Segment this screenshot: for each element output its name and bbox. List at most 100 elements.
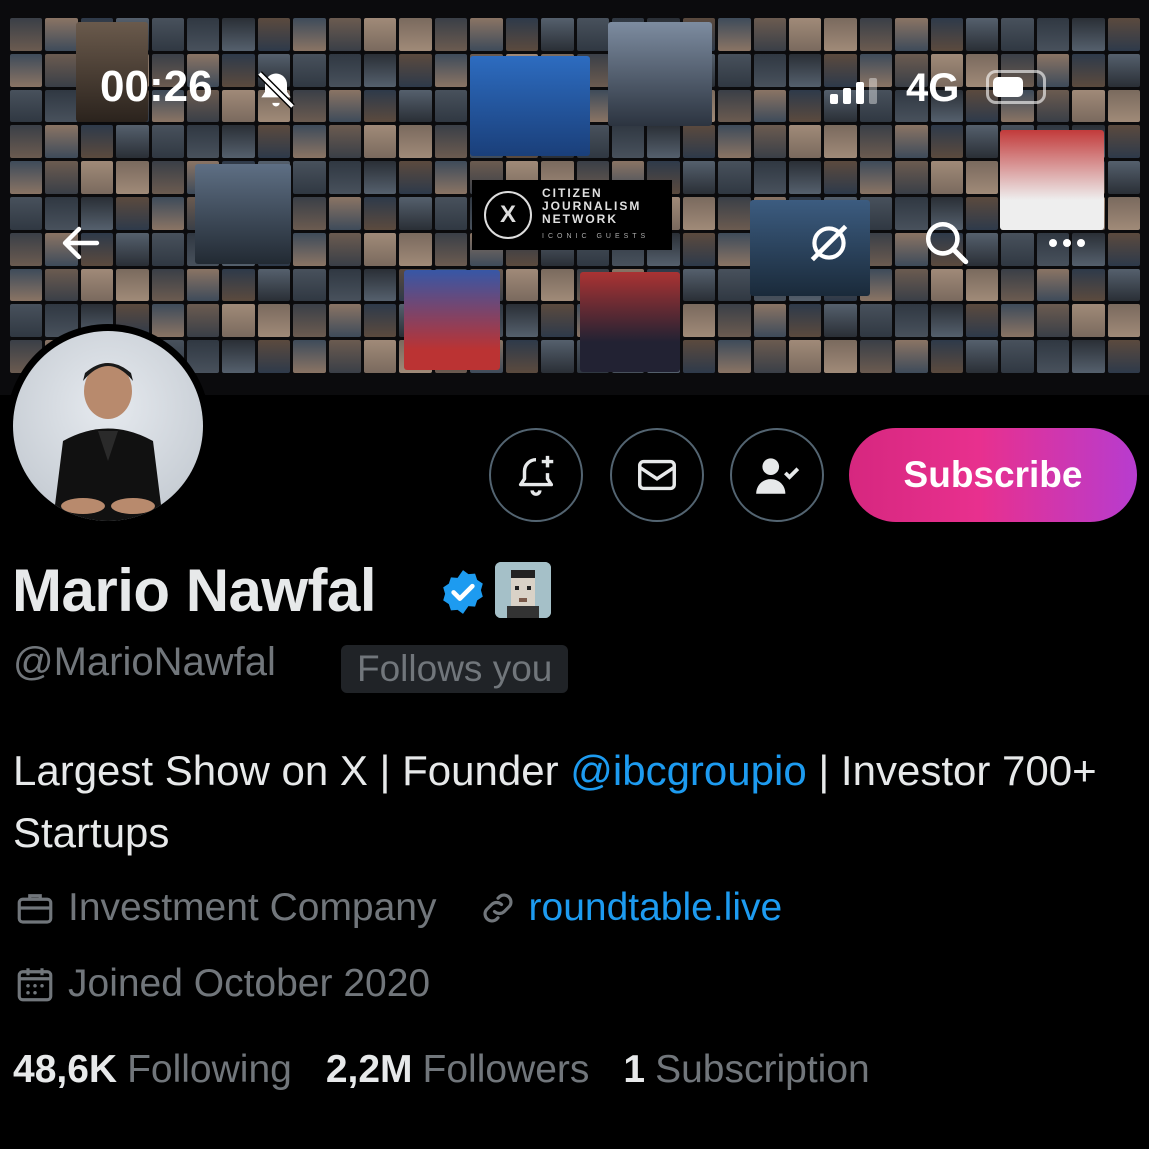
envelope-icon bbox=[638, 459, 676, 491]
banner-tile bbox=[930, 304, 963, 338]
banner-tile bbox=[1072, 340, 1105, 373]
bell-plus-icon bbox=[518, 455, 554, 496]
banner-tile bbox=[930, 161, 963, 194]
followers-label: Followers bbox=[422, 1048, 590, 1091]
banner-tile bbox=[1107, 232, 1140, 266]
banner-tile bbox=[718, 161, 751, 194]
banner-tile bbox=[151, 161, 185, 194]
banner-tile bbox=[718, 196, 751, 230]
banner-tile bbox=[541, 304, 574, 338]
banner-tile bbox=[328, 340, 362, 373]
banner-tile bbox=[824, 161, 857, 194]
banner-portrait bbox=[195, 164, 291, 264]
banner-tile bbox=[965, 18, 999, 51]
signal-strength-icon bbox=[830, 78, 877, 104]
banner-tile bbox=[151, 196, 185, 230]
subscription-stat[interactable]: 1 Subscription bbox=[623, 1048, 869, 1092]
banner-tile bbox=[859, 161, 893, 194]
banner-tile bbox=[824, 340, 857, 373]
following-status-button[interactable] bbox=[730, 428, 824, 522]
banner-tile bbox=[753, 304, 786, 338]
banner-tile bbox=[1107, 18, 1140, 51]
banner-tile bbox=[434, 125, 468, 159]
banner-tile bbox=[1072, 18, 1105, 51]
banner-tile bbox=[328, 196, 362, 230]
banner-tile bbox=[647, 125, 680, 159]
banner-tile bbox=[788, 304, 822, 338]
followers-count: 2,2M bbox=[325, 1048, 413, 1091]
banner-tile bbox=[116, 268, 149, 302]
profile-bio: Largest Show on X | Founder @ibcgroupio … bbox=[13, 740, 1133, 864]
more-options-button[interactable] bbox=[1032, 208, 1102, 278]
banner-tile bbox=[364, 196, 397, 230]
banner-tile bbox=[187, 304, 220, 338]
banner-tile bbox=[222, 18, 255, 51]
banner-tile bbox=[682, 125, 716, 159]
banner-tile bbox=[364, 161, 397, 194]
back-button[interactable] bbox=[46, 208, 116, 278]
banner-tile bbox=[718, 268, 751, 302]
bio-mention-link[interactable]: @ibcgroupio bbox=[570, 747, 806, 794]
banner-tile bbox=[257, 268, 291, 302]
banner-tile bbox=[895, 18, 928, 51]
banner-tile bbox=[434, 196, 468, 230]
banner-tile bbox=[399, 125, 432, 159]
banner-tile bbox=[895, 161, 928, 194]
banner-tile bbox=[10, 18, 43, 51]
banner-tile bbox=[1107, 268, 1140, 302]
banner-tile bbox=[682, 232, 716, 266]
subscribe-button[interactable]: Subscribe bbox=[849, 428, 1137, 522]
affiliate-badge-icon[interactable] bbox=[495, 562, 551, 618]
subscription-label: Subscription bbox=[655, 1048, 870, 1091]
banner-tile bbox=[45, 18, 78, 51]
banner-tile bbox=[222, 304, 255, 338]
banner-tile bbox=[505, 268, 539, 302]
banner-tile bbox=[718, 232, 751, 266]
profile-avatar[interactable] bbox=[6, 324, 210, 528]
banner-tile bbox=[1107, 304, 1140, 338]
banner-tile bbox=[788, 340, 822, 373]
banner-tile bbox=[895, 340, 928, 373]
x-logo-icon: X bbox=[484, 191, 532, 239]
banner-tile bbox=[257, 304, 291, 338]
banner-logo-block: X CITIZEN JOURNALISM NETWORK ICONIC GUES… bbox=[472, 180, 672, 250]
banner-tile bbox=[859, 18, 893, 51]
banner-tile bbox=[293, 196, 326, 230]
briefcase-icon bbox=[17, 894, 53, 924]
banner-tile bbox=[541, 340, 574, 373]
status-bar: 00:26 4G bbox=[0, 60, 1149, 120]
banner-tile bbox=[470, 18, 503, 51]
banner-tile bbox=[151, 304, 185, 338]
banner-portrait bbox=[404, 270, 500, 370]
banner-tile bbox=[859, 125, 893, 159]
profile-name: Mario Nawfal bbox=[12, 557, 377, 624]
banner-tile bbox=[364, 18, 397, 51]
profile-website-link[interactable]: roundtable.live bbox=[529, 886, 783, 930]
person-check-icon bbox=[756, 458, 800, 494]
banner-tile bbox=[151, 232, 185, 266]
banner-tile bbox=[257, 125, 291, 159]
message-button[interactable] bbox=[610, 428, 704, 522]
banner-tile bbox=[541, 18, 574, 51]
profile-banner[interactable]: X CITIZEN JOURNALISM NETWORK ICONIC GUES… bbox=[0, 0, 1149, 395]
search-button[interactable] bbox=[912, 208, 982, 278]
banner-tile bbox=[10, 232, 43, 266]
pixel-avatar-icon bbox=[495, 562, 551, 618]
notifications-button[interactable] bbox=[489, 428, 583, 522]
banner-tile bbox=[859, 340, 893, 373]
grok-button[interactable] bbox=[794, 208, 864, 278]
banner-tile bbox=[222, 125, 255, 159]
following-stat[interactable]: 48,6K Following bbox=[13, 1048, 292, 1092]
banner-tile bbox=[257, 340, 291, 373]
banner-tile bbox=[328, 161, 362, 194]
grok-icon bbox=[810, 224, 848, 262]
profile-joined-row: Joined October 2020 bbox=[14, 962, 430, 1006]
banner-tile bbox=[293, 125, 326, 159]
banner-tile bbox=[151, 268, 185, 302]
arrow-left-icon bbox=[62, 226, 100, 260]
banner-tile bbox=[222, 340, 255, 373]
followers-stat[interactable]: 2,2M Followers bbox=[326, 1048, 590, 1092]
banner-tile bbox=[611, 125, 645, 159]
banner-tile bbox=[328, 268, 362, 302]
banner-title-line: NETWORK bbox=[542, 212, 618, 226]
